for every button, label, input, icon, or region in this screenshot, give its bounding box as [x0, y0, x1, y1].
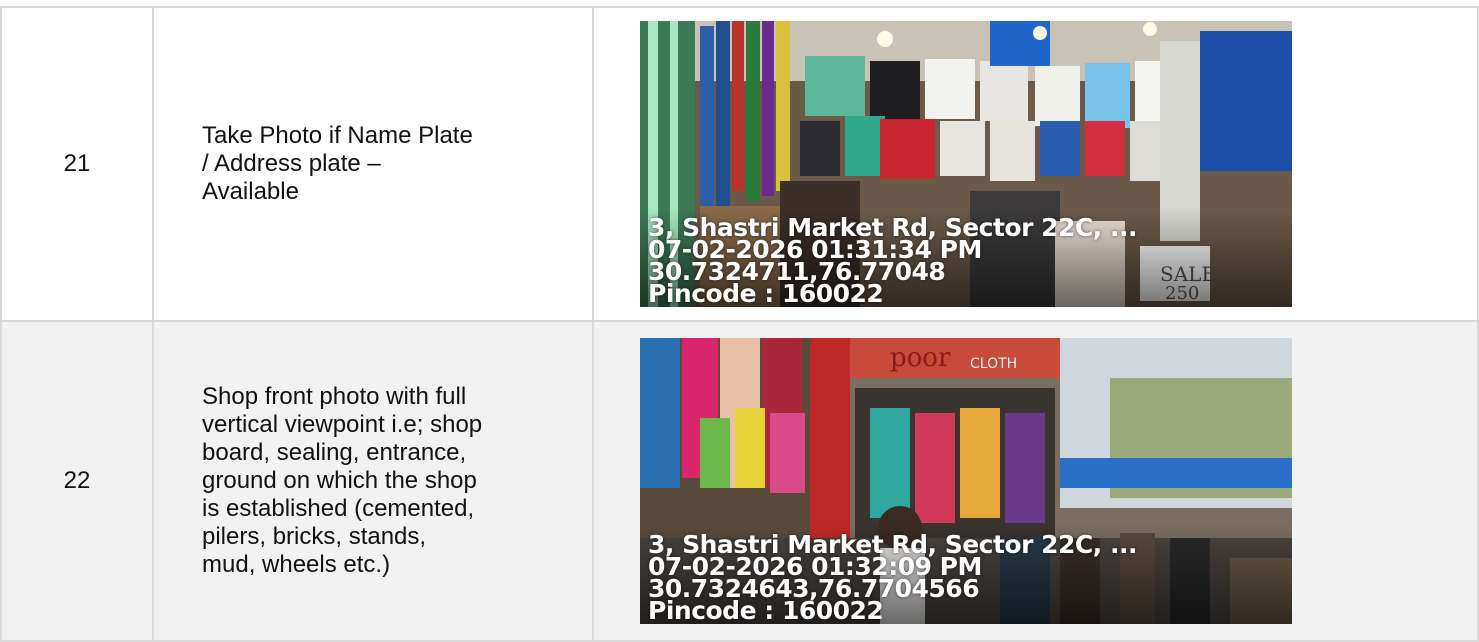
description-text: Shop front photo with full vertical view…: [202, 383, 483, 578]
description-text: Take Photo if Name Plate / Address plate…: [202, 122, 473, 205]
inspection-table: 21 Take Photo if Name Plate / Address pl…: [0, 6, 1479, 642]
row-description: Take Photo if Name Plate / Address plate…: [152, 6, 594, 322]
row-number: 22: [0, 320, 154, 642]
table-row: 21 Take Photo if Name Plate / Address pl…: [0, 6, 1479, 322]
geotag-overlay: 3, Shastri Market Rd, Sector 22C, ... 07…: [648, 215, 1137, 307]
row-description: Shop front photo with full vertical view…: [152, 320, 594, 642]
market-clothes-stall-photo: SALE 250 3, Shastri Market Rd, Sector 22…: [640, 21, 1292, 307]
market-street-shopfront-photo: poor CLOTH 3, Shastri Market Rd, Sector …: [640, 338, 1292, 624]
table-row: 22 Shop front photo with full vertical v…: [0, 320, 1479, 642]
photo-cell: poor CLOTH 3, Shastri Market Rd, Sector …: [592, 320, 1479, 642]
photo-cell: SALE 250 3, Shastri Market Rd, Sector 22…: [592, 6, 1479, 322]
row-number: 21: [0, 6, 154, 322]
geotag-pincode: Pincode : 160022: [648, 596, 884, 624]
svg-text:poor: poor: [890, 343, 951, 373]
svg-text:CLOTH: CLOTH: [970, 356, 1017, 372]
geotag-overlay: 3, Shastri Market Rd, Sector 22C, ... 07…: [648, 532, 1137, 624]
geotag-pincode: Pincode : 160022: [648, 279, 884, 307]
